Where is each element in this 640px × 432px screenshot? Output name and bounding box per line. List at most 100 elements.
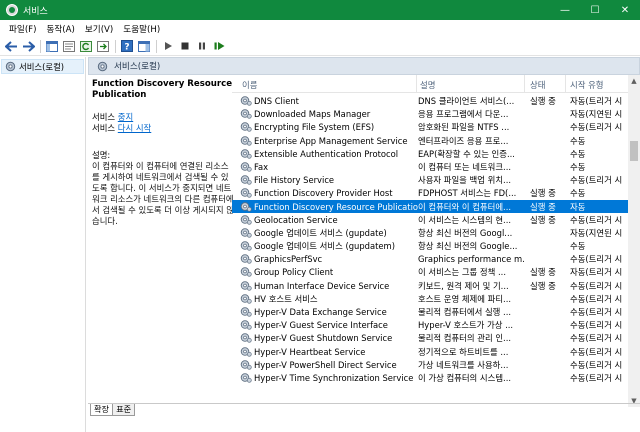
service-name: Encrypting File System (EFS) bbox=[254, 122, 375, 133]
restart-link-prefix: 서비스 bbox=[92, 123, 118, 133]
service-startup-type: 수동(트리거 시 bbox=[570, 333, 623, 344]
column-header-status[interactable]: 상태 bbox=[530, 79, 545, 91]
svg-text:?: ? bbox=[124, 43, 129, 53]
maximize-button[interactable]: ☐ bbox=[580, 0, 610, 20]
scroll-up-icon[interactable]: ▲ bbox=[628, 75, 640, 87]
column-header-name[interactable]: 이름 bbox=[242, 79, 257, 91]
service-status: 실행 중 bbox=[530, 214, 556, 225]
tree-item-services-local[interactable]: 서비스(로컬) bbox=[1, 59, 84, 74]
service-startup-type: 수동(트리거 시 bbox=[570, 346, 623, 357]
title-bar: 서비스 — ☐ ✕ bbox=[0, 0, 640, 20]
scrollbar-thumb[interactable] bbox=[630, 141, 638, 161]
service-name: Hyper-V Time Synchronization Service bbox=[254, 372, 414, 383]
service-row[interactable]: Downloaded Maps Manager 응용 프로그램에서 다운... 자동… bbox=[232, 107, 630, 120]
show-hide-action-pane-icon[interactable] bbox=[137, 39, 151, 53]
pause-service-icon[interactable] bbox=[195, 39, 209, 53]
refresh-icon[interactable] bbox=[79, 39, 93, 53]
menu-bar: 파일(F) 동작(A) 보기(V) 도움말(H) bbox=[0, 20, 640, 37]
service-startup-type: 수동 bbox=[570, 135, 586, 146]
column-header-startup-type[interactable]: 시작 유형 bbox=[570, 79, 603, 91]
service-name: Google 업데이트 서비스 (gupdate) bbox=[254, 227, 387, 238]
tab-standard[interactable]: 표준 bbox=[112, 404, 136, 416]
service-description: 이 컴퓨터 또는 네트워크... bbox=[418, 161, 512, 172]
stop-link-prefix: 서비스 bbox=[92, 112, 118, 122]
service-name: Function Discovery Resource Publication bbox=[254, 201, 418, 212]
service-startup-type: 수동 bbox=[570, 161, 586, 172]
service-name: Google 업데이트 서비스 (gupdatem) bbox=[254, 241, 395, 252]
properties-icon[interactable] bbox=[62, 39, 76, 53]
service-status: 실행 중 bbox=[530, 267, 556, 278]
service-row[interactable]: DNS Client DNS 클라이언트 서비스(... 실행 중 자동(트리거 시 bbox=[232, 94, 630, 107]
service-row[interactable]: Geolocation Service 이 서비스는 시스템의 현... 실행 중 수… bbox=[232, 213, 630, 226]
service-row[interactable]: Hyper-V Guest Shutdown Service 물리적 컴퓨터의 관… bbox=[232, 331, 630, 344]
back-arrow-icon[interactable] bbox=[4, 39, 18, 53]
service-row[interactable]: Google 업데이트 서비스 (gupdate) 항상 최신 버전의 Googl… bbox=[232, 226, 630, 239]
service-description: 응용 프로그램에서 다운... bbox=[418, 109, 509, 120]
export-list-icon[interactable] bbox=[96, 39, 110, 53]
service-row[interactable]: Enterprise App Management Service 엔터프라이즈 … bbox=[232, 134, 630, 147]
service-row[interactable]: Hyper-V Data Exchange Service 물리적 컴퓨터에서 실… bbox=[232, 305, 630, 318]
service-description: 이 가상 컴퓨터의 시스템... bbox=[418, 372, 512, 383]
service-description: EAP(확장할 수 있는 인증... bbox=[418, 148, 515, 159]
column-divider[interactable] bbox=[524, 75, 525, 93]
stop-service-link[interactable]: 중지 bbox=[118, 112, 133, 122]
view-tabs: 확장 표준 bbox=[88, 403, 640, 417]
service-row[interactable]: File History Service 사용자 파일을 백업 위치... 수동(트… bbox=[232, 173, 630, 186]
menu-view[interactable]: 보기(V) bbox=[80, 23, 118, 35]
menu-help[interactable]: 도움말(H) bbox=[118, 23, 165, 35]
service-name: Hyper-V Guest Service Interface bbox=[254, 320, 388, 331]
panel-header: 서비스(로컬) bbox=[88, 57, 640, 75]
service-name: Group Policy Client bbox=[254, 267, 334, 278]
service-name: Downloaded Maps Manager bbox=[254, 109, 371, 120]
service-description: 엔터프라이즈 응용 프로... bbox=[418, 135, 509, 146]
service-name: Hyper-V Guest Shutdown Service bbox=[254, 333, 393, 344]
service-row[interactable]: Google 업데이트 서비스 (gupdatem) 항상 최신 버전의 Goog… bbox=[232, 239, 630, 252]
service-row[interactable]: Hyper-V PowerShell Direct Service 가상 네트워크… bbox=[232, 358, 630, 371]
selected-service-title: Function Discovery Resource Publication bbox=[92, 79, 233, 100]
restart-service-link[interactable]: 다시 시작 bbox=[118, 123, 151, 133]
forward-arrow-icon[interactable] bbox=[21, 39, 35, 53]
service-row[interactable]: Hyper-V Heartbeat Service 정기적으로 하트비트를 ...… bbox=[232, 345, 630, 358]
service-status: 실행 중 bbox=[530, 280, 556, 291]
stop-service-icon[interactable] bbox=[178, 39, 192, 53]
service-row[interactable]: Hyper-V Guest Service Interface Hyper-V 호… bbox=[232, 318, 630, 331]
service-name: File History Service bbox=[254, 175, 335, 186]
service-startup-type: 수동(트리거 시 bbox=[570, 359, 623, 370]
service-row[interactable]: GraphicsPerfSvc Graphics performance m...… bbox=[232, 252, 630, 265]
service-row[interactable]: Hyper-V Time Synchronization Service 이 가상… bbox=[232, 371, 630, 384]
column-header-description[interactable]: 설명 bbox=[420, 79, 435, 91]
service-description: 사용자 파일을 백업 위치... bbox=[418, 175, 512, 186]
service-row[interactable]: Group Policy Client 이 서비스는 그룹 정책 ... 실행 중 자… bbox=[232, 265, 630, 278]
menu-action[interactable]: 동작(A) bbox=[41, 23, 79, 35]
service-row[interactable]: HV 호스트 서비스 호스트 운영 체제에 파티... 수동(트리거 시 bbox=[232, 292, 630, 305]
service-description: 이 컴퓨터와 이 컴퓨터에... bbox=[418, 201, 512, 212]
service-row[interactable]: Function Discovery Resource Publication 이… bbox=[232, 199, 630, 213]
menu-file[interactable]: 파일(F) bbox=[4, 23, 41, 35]
vertical-scrollbar[interactable]: ▲ ▼ bbox=[628, 75, 640, 407]
restart-service-icon[interactable] bbox=[212, 39, 226, 53]
service-name: Function Discovery Provider Host bbox=[254, 188, 393, 199]
column-divider[interactable] bbox=[416, 75, 417, 93]
service-row[interactable]: Extensible Authentication Protocol EAP(확장… bbox=[232, 147, 630, 160]
start-service-icon[interactable] bbox=[161, 39, 175, 53]
service-name: DNS Client bbox=[254, 96, 299, 106]
column-divider[interactable] bbox=[565, 75, 566, 93]
service-name: Geolocation Service bbox=[254, 214, 338, 225]
service-startup-type: 자동(지연된 시 bbox=[570, 109, 623, 120]
close-button[interactable]: ✕ bbox=[610, 0, 640, 20]
service-name: Hyper-V PowerShell Direct Service bbox=[254, 359, 397, 370]
minimize-button[interactable]: — bbox=[550, 0, 580, 20]
service-row[interactable]: Human Interface Device Service 키보드, 원격 제어… bbox=[232, 279, 630, 292]
console-tree-icon[interactable] bbox=[45, 39, 59, 53]
panel-header-label: 서비스(로컬) bbox=[114, 62, 161, 72]
service-startup-type: 수동 bbox=[570, 241, 586, 252]
service-description: 항상 최신 버전의 Google... bbox=[418, 241, 518, 252]
tab-extended[interactable]: 확장 bbox=[90, 404, 114, 416]
service-description: 이 서비스는 시스템의 현... bbox=[418, 214, 512, 225]
service-row[interactable]: Encrypting File System (EFS) 암호화된 파일을 NTF… bbox=[232, 120, 630, 133]
service-row[interactable]: Function Discovery Provider Host FDPHOST … bbox=[232, 186, 630, 199]
service-row[interactable]: Fax 이 컴퓨터 또는 네트워크... 수동 bbox=[232, 160, 630, 173]
service-startup-type: 수동(트리거 시 bbox=[570, 320, 623, 331]
help-icon[interactable]: ? bbox=[120, 39, 134, 53]
service-description: FDPHOST 서비스는 FD(... bbox=[418, 188, 517, 199]
